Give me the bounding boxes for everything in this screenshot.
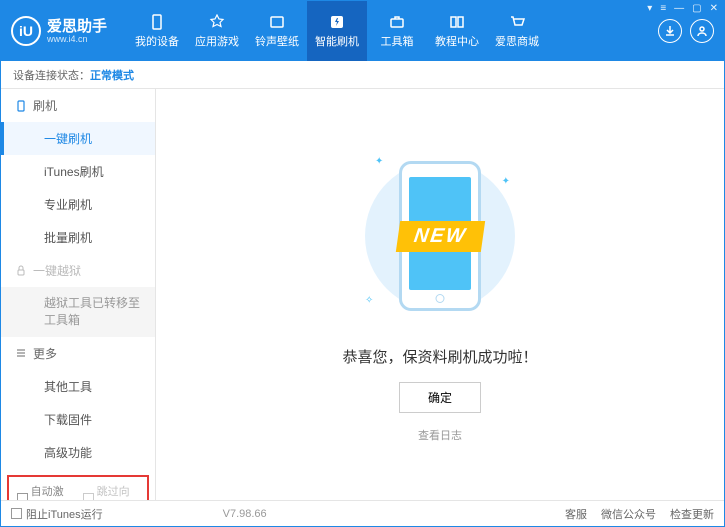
nav-ringtones[interactable]: 铃声壁纸 xyxy=(247,1,307,61)
menu-icon[interactable]: ▾ xyxy=(647,3,652,14)
sidebar-group-flash[interactable]: 刷机 xyxy=(1,89,155,122)
minimize-icon[interactable]: — xyxy=(674,3,684,14)
sidebar-item-download-fw[interactable]: 下载固件 xyxy=(1,403,155,436)
download-button[interactable] xyxy=(658,19,682,43)
view-log-link[interactable]: 查看日志 xyxy=(418,427,462,443)
checkbox-auto-activate[interactable]: 自动激活 xyxy=(17,483,73,500)
menu2-icon[interactable]: ≡ xyxy=(660,3,666,14)
checkbox-skip-guide[interactable]: 跳过向导 xyxy=(83,483,139,500)
header: iU 爱思助手 www.i4.cn 我的设备 应用游戏 铃声壁纸 智能刷机 xyxy=(1,1,724,61)
image-icon xyxy=(268,13,286,31)
nav-store[interactable]: 爱思商城 xyxy=(487,1,547,61)
list-icon xyxy=(15,347,27,359)
logo-icon: iU xyxy=(11,16,41,46)
lock-icon xyxy=(15,265,27,277)
version-label: V7.98.66 xyxy=(223,508,267,520)
sidebar-item-itunes[interactable]: iTunes刷机 xyxy=(1,155,155,188)
flash-icon xyxy=(328,13,346,31)
cart-icon xyxy=(508,13,526,31)
status-value: 正常模式 xyxy=(90,67,134,83)
footer-link-wechat[interactable]: 微信公众号 xyxy=(601,506,656,522)
phone-icon xyxy=(148,13,166,31)
ok-button[interactable]: 确定 xyxy=(399,382,481,413)
app-url: www.i4.cn xyxy=(47,34,107,44)
checkbox-block-itunes[interactable]: 阻止iTunes运行 xyxy=(11,506,103,522)
new-banner: NEW xyxy=(395,221,484,252)
toolbox-icon xyxy=(388,13,406,31)
app-name: 爱思助手 xyxy=(47,19,107,34)
checkbox-icon xyxy=(11,508,22,519)
main-content: ✦ ✦ ✧ NEW 恭喜您，保资料刷机成功啦！ 确定 查看日志 xyxy=(156,89,724,500)
logo: iU 爱思助手 www.i4.cn xyxy=(11,16,107,46)
nav-tutorials[interactable]: 教程中心 xyxy=(427,1,487,61)
footer-link-support[interactable]: 客服 xyxy=(565,506,587,522)
apps-icon xyxy=(208,13,226,31)
phone-small-icon xyxy=(15,100,27,112)
checkbox-icon xyxy=(83,493,94,500)
checkbox-icon xyxy=(17,493,28,500)
sidebar-item-oneclick[interactable]: 一键刷机 xyxy=(1,122,155,155)
sidebar-item-batch[interactable]: 批量刷机 xyxy=(1,221,155,254)
status-label: 设备连接状态： xyxy=(13,67,90,83)
nav-apps[interactable]: 应用游戏 xyxy=(187,1,247,61)
footer-link-update[interactable]: 检查更新 xyxy=(670,506,714,522)
sidebar-item-advanced[interactable]: 高级功能 xyxy=(1,436,155,469)
nav-toolbox[interactable]: 工具箱 xyxy=(367,1,427,61)
close-icon[interactable]: ✕ xyxy=(710,3,718,14)
user-button[interactable] xyxy=(690,19,714,43)
status-bar: 设备连接状态： 正常模式 xyxy=(1,61,724,89)
sidebar-group-more[interactable]: 更多 xyxy=(1,337,155,370)
maximize-icon[interactable]: ▢ xyxy=(692,3,701,14)
book-icon xyxy=(448,13,466,31)
highlight-box: 自动激活 跳过向导 xyxy=(7,475,149,500)
sidebar: 刷机 一键刷机 iTunes刷机 专业刷机 批量刷机 一键越狱 越狱工具已转移至… xyxy=(1,89,156,500)
sidebar-jailbreak-info: 越狱工具已转移至工具箱 xyxy=(1,287,155,337)
nav-my-device[interactable]: 我的设备 xyxy=(127,1,187,61)
nav-flash[interactable]: 智能刷机 xyxy=(307,1,367,61)
sidebar-item-other[interactable]: 其他工具 xyxy=(1,370,155,403)
top-nav: 我的设备 应用游戏 铃声壁纸 智能刷机 工具箱 教程中心 xyxy=(127,1,658,61)
success-text: 恭喜您，保资料刷机成功啦！ xyxy=(342,346,537,367)
sidebar-group-jailbreak: 一键越狱 xyxy=(1,254,155,287)
footer: 阻止iTunes运行 V7.98.66 客服 微信公众号 检查更新 xyxy=(1,500,724,526)
sidebar-item-pro[interactable]: 专业刷机 xyxy=(1,188,155,221)
success-illustration: ✦ ✦ ✧ NEW xyxy=(355,146,525,326)
